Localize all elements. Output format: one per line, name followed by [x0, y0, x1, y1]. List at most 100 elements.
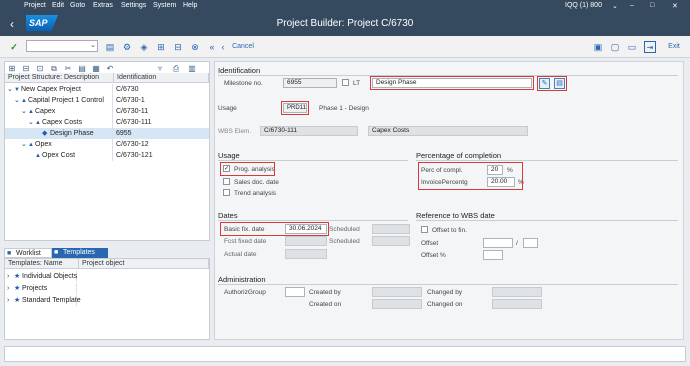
filter-icon[interactable]: ▿ — [155, 64, 165, 73]
graphic-icon[interactable]: ⊗ — [189, 41, 201, 53]
select-icon[interactable]: ⊡ — [35, 64, 45, 73]
highlight-box — [220, 222, 329, 236]
copy-icon[interactable]: ⧉ — [49, 64, 59, 73]
actual-date-field[interactable] — [285, 249, 327, 259]
expand-caret-icon[interactable]: › — [7, 271, 14, 282]
menu-system[interactable]: System — [153, 2, 176, 9]
expand-caret-icon[interactable]: › — [7, 295, 14, 306]
exit-button[interactable]: Exit — [667, 41, 681, 53]
collapse-caret-icon[interactable]: ⌄ — [28, 117, 35, 128]
changed-by-field[interactable] — [492, 287, 542, 297]
collapse-caret-icon[interactable]: ⌄ — [21, 139, 28, 150]
tree-desc: Opex — [35, 141, 52, 148]
milestone-no-field[interactable]: 6955 — [283, 78, 337, 88]
tab-worklist[interactable]: ■ Worklist — [4, 248, 52, 258]
collapse-icon[interactable]: ⊟ — [21, 64, 31, 73]
display-icon[interactable]: ◈ — [138, 41, 150, 53]
collapse-caret-icon[interactable]: ⌄ — [21, 106, 28, 117]
collapse-caret-icon[interactable]: ⌄ — [14, 95, 21, 106]
offset-to-fin-checkbox[interactable] — [421, 226, 428, 233]
tree-row[interactable]: ⌄▼New Capex Project C/6730 — [5, 84, 209, 95]
menu-goto[interactable]: Goto — [70, 2, 85, 9]
tree-id: C/6730-121 — [116, 152, 153, 159]
delete-icon[interactable]: ▦ — [91, 64, 101, 73]
offset-pct-field[interactable] — [483, 250, 503, 260]
usage-text: Phase 1 - Design — [319, 105, 369, 112]
authoriz-group-field[interactable] — [285, 287, 305, 297]
minimize-icon[interactable]: – — [630, 2, 634, 9]
print-icon[interactable]: ⎙ — [171, 64, 181, 73]
lt-label: LT — [353, 80, 361, 87]
exit-icon[interactable]: ⇥ — [644, 41, 656, 53]
offset-unit-field[interactable] — [523, 238, 538, 248]
list-item[interactable]: › ★ Individual Objects — [5, 271, 209, 282]
menu-edit[interactable]: Edit — [52, 2, 64, 9]
close-icon[interactable]: ✕ — [672, 2, 678, 10]
col-header-templates-name[interactable]: Templates: Name — [5, 259, 79, 269]
divider — [416, 160, 678, 161]
page-title: Project Builder: Project C/6730 — [276, 18, 414, 29]
cut-icon[interactable]: ✂ — [63, 64, 73, 73]
col-header-identification[interactable]: Identification — [114, 73, 209, 83]
scheduled-field[interactable] — [372, 224, 410, 234]
offset-pct-label: Offset % — [421, 252, 446, 259]
maximize-icon[interactable]: □ — [650, 2, 654, 9]
tree-row[interactable]: ⌄▲Opex C/6730-12 — [5, 139, 209, 150]
monitor-icon[interactable]: ▭ — [626, 41, 638, 53]
wbs-text-field[interactable]: Capex Costs — [368, 126, 528, 136]
command-field[interactable]: ⌄ — [26, 40, 98, 52]
session-info: IQQ (1) 800 — [565, 2, 602, 9]
settings-icon[interactable]: ⚙ — [121, 41, 133, 53]
chevron-down-icon[interactable]: ⌄ — [90, 41, 96, 49]
cancel-button[interactable]: Cancel — [232, 41, 254, 53]
status-bar — [4, 346, 686, 362]
tree-id: C/6730-12 — [116, 141, 149, 148]
list-item[interactable]: › ★ Projects — [5, 283, 209, 294]
menu-help[interactable]: Help — [183, 2, 197, 9]
wbs-elem-field[interactable]: C/6730-111 — [260, 126, 358, 136]
template-name: Standard Template — [22, 297, 81, 304]
tree-row-selected[interactable]: ◆ Design Phase 6955 — [5, 128, 209, 139]
lt-checkbox[interactable] — [342, 79, 349, 86]
menu-settings[interactable]: Settings — [121, 2, 146, 9]
layout-icon[interactable]: ▣ — [592, 41, 604, 53]
save-icon[interactable]: ▤ — [104, 41, 116, 53]
hierarchy-icon[interactable]: ⊞ — [155, 41, 167, 53]
section-dates: Dates — [218, 211, 238, 220]
undo-icon[interactable]: ↶ — [105, 64, 115, 73]
col-header-project-object[interactable]: Project object — [79, 259, 209, 269]
expand-icon[interactable]: ⊞ — [7, 64, 17, 73]
menu-project[interactable]: Project — [24, 2, 46, 9]
list-item[interactable]: › ★ Standard Template — [5, 295, 209, 306]
window-icon[interactable]: ▢ — [609, 41, 621, 53]
scheduled-field-2[interactable] — [372, 236, 410, 246]
tab-templates[interactable]: ■ Templates — [52, 248, 108, 258]
created-by-field[interactable] — [372, 287, 422, 297]
expand-caret-icon[interactable]: › — [7, 283, 14, 294]
tree-row[interactable]: ⌄▲Capex Costs C/6730-111 — [5, 117, 209, 128]
tree-desc: Opex Cost — [42, 152, 76, 159]
overview-icon[interactable]: ⊟ — [172, 41, 184, 53]
tree-row[interactable]: ▲Opex Cost C/6730-121 — [5, 150, 209, 161]
fcst-fixed-date-label: Fcst fixed date — [224, 238, 267, 245]
menu-extras[interactable]: Extras — [93, 2, 113, 9]
offset-field[interactable] — [483, 238, 513, 248]
milestone-icon: ◆ — [42, 130, 48, 137]
enter-check-icon[interactable]: ✓ — [8, 41, 20, 53]
tree-desc: Capex Costs — [42, 119, 83, 126]
trend-analysis-checkbox[interactable] — [223, 189, 230, 196]
col-header-description[interactable]: Project Structure: Description — [5, 73, 114, 83]
divider — [416, 220, 678, 221]
tree-row[interactable]: ⌄▲Capex C/6730-11 — [5, 106, 209, 117]
paste-icon[interactable]: ▤ — [77, 64, 87, 73]
sales-doc-date-checkbox[interactable] — [223, 178, 230, 185]
offset-to-fin-label: Offset to fin. — [432, 227, 467, 234]
tree-row[interactable]: ⌄▲Capital Project 1 Control C/6730-1 — [5, 95, 209, 106]
system-menu-icon[interactable]: ⌄ — [612, 2, 618, 10]
layout-settings-icon[interactable]: ▥ — [187, 64, 197, 73]
previous-icon[interactable]: ‹ — [217, 41, 229, 53]
fcst-fixed-date-field[interactable] — [285, 236, 327, 246]
created-on-field[interactable] — [372, 299, 422, 309]
collapse-caret-icon[interactable]: ⌄ — [7, 84, 14, 95]
changed-on-field[interactable] — [492, 299, 542, 309]
